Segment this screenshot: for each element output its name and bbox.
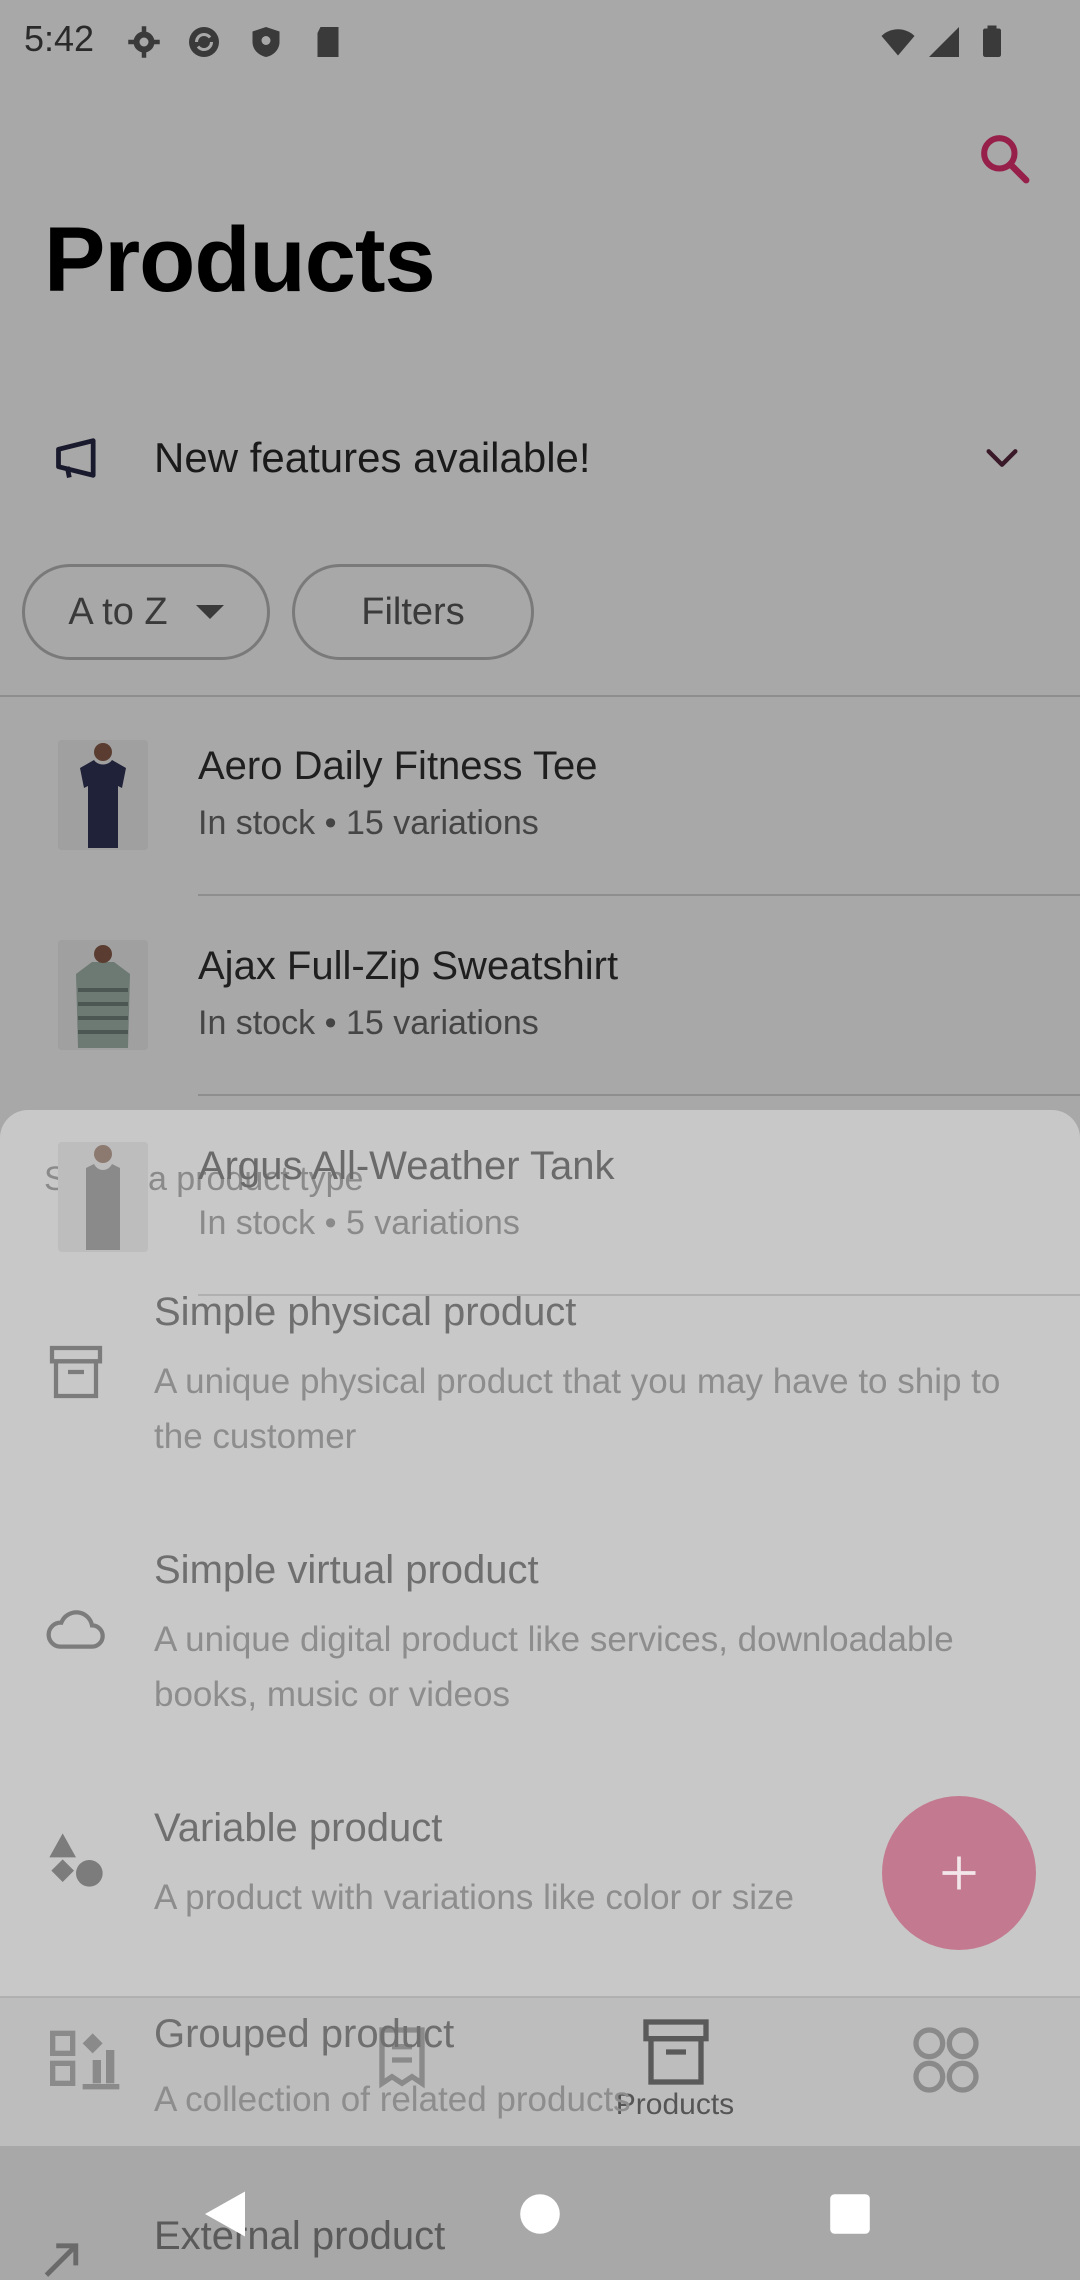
page-title: Products [44,209,436,311]
option-title: Simple virtual product [154,1548,539,1592]
product-thumbnail [58,1142,148,1252]
megaphone-icon [56,438,96,478]
filters-chip-label: Filters [361,590,465,633]
sort-chip-label: A to Z [68,590,168,633]
product-thumbnail [58,740,148,850]
option-title: Variable product [154,1806,443,1850]
option-description: A unique physical product that you may h… [154,1362,1001,1456]
product-status: In stock • 5 variations [198,1204,520,1242]
recents-icon[interactable] [828,2192,872,2236]
status-bar [0,0,1080,90]
option-description: A unique digital product like services, … [154,1620,954,1714]
product-thumbnail [58,940,148,1050]
product-name: Argus All-Weather Tank [198,1144,615,1188]
option-description: A collection of related products [154,2080,631,2119]
dropdown-caret-icon [195,605,224,619]
option-title[interactable]: External product [154,2214,445,2259]
sync-icon [189,27,219,57]
search-icon[interactable] [976,130,1032,186]
external-link-icon [44,2243,79,2277]
plus-icon [942,1856,976,1890]
filters-chip[interactable]: Filters [292,564,534,660]
sd-card-icon [317,27,339,57]
wifi-icon [881,29,915,56]
divider [0,695,1080,697]
chevron-down-icon[interactable] [982,438,1022,478]
settings-icon [128,26,160,58]
sort-chip[interactable]: A to Z [22,564,270,660]
dashboard-icon[interactable] [46,2020,126,2100]
archive-box-icon [49,1345,103,1399]
add-product-fab[interactable] [882,1796,1036,1950]
option-title: Simple physical product [154,1290,577,1334]
product-name: Ajax Full-Zip Sweatshirt [198,944,619,988]
option-title[interactable]: Grouped product [154,2012,454,2057]
battery-icon [983,25,1001,57]
product-status: In stock • 15 variations [198,1004,539,1042]
back-icon[interactable] [200,2186,250,2242]
product-row[interactable] [0,698,1080,898]
cloud-icon [46,1610,105,1649]
home-icon[interactable] [518,2192,562,2236]
product-name: Aero Daily Fitness Tee [198,744,598,788]
shapes-icon [49,1833,103,1887]
divider [198,894,1080,896]
product-row[interactable] [0,898,1080,1098]
shield-icon [252,27,280,57]
status-time: 5:42 [24,18,95,59]
banner-text: New features available! [154,434,591,481]
product-status: In stock • 15 variations [198,804,539,842]
signal-icon [929,27,959,57]
divider [198,1094,1080,1096]
